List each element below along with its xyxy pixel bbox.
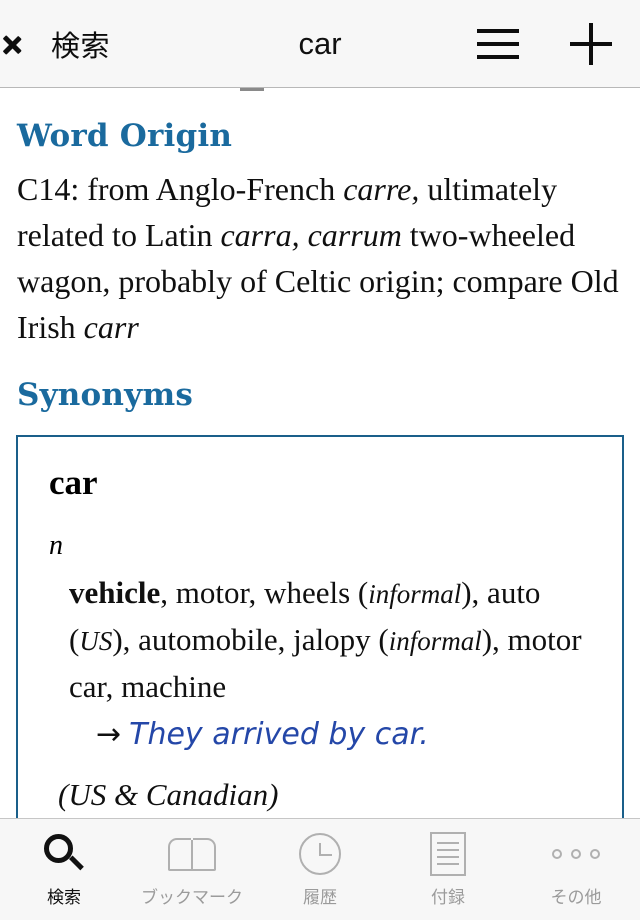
tab-more-label: その他 — [550, 888, 602, 908]
synonym-text-3: ), automobile, jalopy ( — [112, 622, 389, 657]
tab-history[interactable]: 履歴 — [256, 819, 384, 920]
tab-bookmark-label: ブックマーク — [141, 888, 243, 908]
dictionary-content[interactable]: Word Origin C14: from Anglo-French carre… — [0, 88, 640, 818]
back-button[interactable]: 検索 — [14, 23, 110, 65]
tab-bookmark[interactable]: ブックマーク — [128, 819, 256, 920]
tab-more[interactable]: その他 — [512, 819, 640, 920]
synonym-register-2: US — [79, 626, 113, 656]
history-clock-icon — [292, 830, 348, 878]
tab-bar: 検索 ブックマーク 履歴 付録 その他 — [0, 818, 640, 920]
example-sentence-text: They arrived by car. — [129, 717, 429, 752]
origin-italic-1: carre, — [343, 171, 420, 207]
chevron-left-icon — [14, 24, 40, 64]
tab-search[interactable]: 検索 — [0, 819, 128, 920]
synonyms-panel[interactable]: car n vehicle, motor, wheels (informal),… — [16, 435, 624, 818]
part-of-speech: n — [49, 530, 63, 561]
more-dots-icon — [548, 830, 604, 878]
arrow-right-icon: → — [96, 717, 122, 752]
tab-search-label: 検索 — [47, 888, 81, 908]
tab-appendix-label: 付録 — [431, 888, 465, 908]
example-sentence: → They arrived by car. — [32, 713, 608, 757]
word-origin-text: C14: from Anglo-French carre, ultimately… — [0, 166, 640, 350]
tab-history-label: 履歴 — [303, 888, 337, 908]
synonym-text-1: , motor, wheels ( — [160, 575, 369, 610]
tab-appendix[interactable]: 付録 — [384, 819, 512, 920]
origin-italic-3: carr — [83, 309, 139, 345]
plus-icon[interactable] — [568, 21, 614, 67]
nav-actions — [475, 0, 640, 87]
synonym-register-1: informal — [368, 579, 462, 609]
origin-text-1: C14: from Anglo-French — [17, 171, 344, 207]
synonym-list: vehicle, motor, wheels (informal), auto … — [32, 570, 608, 710]
synonyms-heading: Synonyms — [17, 377, 194, 413]
navigation-bar: 検索 car — [0, 0, 640, 88]
synonym-primary: vehicle — [69, 575, 161, 610]
word-origin-heading: Word Origin — [17, 118, 233, 154]
synonym-register-3: informal — [388, 626, 482, 656]
synonym-entry-word: car — [49, 463, 98, 502]
origin-italic-2: carra, carrum — [220, 217, 402, 253]
back-button-label: 検索 — [51, 28, 111, 63]
scroll-indicator — [240, 88, 264, 91]
region-note: (US & Canadian) — [58, 777, 279, 812]
bookmark-book-icon — [164, 830, 220, 878]
hamburger-menu-icon[interactable] — [475, 26, 521, 62]
search-icon — [36, 830, 92, 878]
appendix-document-icon — [420, 830, 476, 878]
